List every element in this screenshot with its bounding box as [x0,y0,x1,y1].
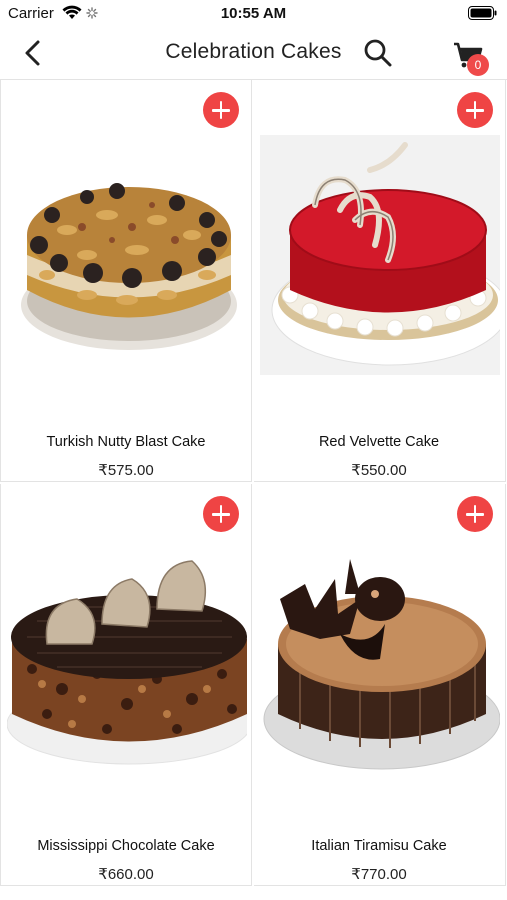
product-image [7,560,247,765]
product-card[interactable]: Mississippi Chocolate Cake ₹660.00 [0,484,252,886]
product-price: ₹550.00 [351,462,407,479]
add-to-cart-button[interactable] [203,92,239,128]
product-image [260,135,500,375]
product-price: ₹770.00 [351,866,407,883]
product-name: Mississippi Chocolate Cake [37,838,215,854]
status-bar: Carrier 10:55 AM [0,0,507,28]
product-name: Turkish Nutty Blast Cake [46,434,206,450]
product-card[interactable]: Turkish Nutty Blast Cake ₹575.00 [0,80,252,482]
product-card[interactable]: Italian Tiramisu Cake ₹770.00 [254,484,506,886]
add-to-cart-button[interactable] [203,496,239,532]
product-image [263,559,500,770]
product-image [21,183,237,350]
navigation-bar: Celebration Cakes 0 [0,28,507,78]
product-grid: Turkish Nutty Blast Cake ₹575.00 Red Vel… [0,80,507,900]
product-name: Italian Tiramisu Cake [311,838,447,854]
battery-icon [468,6,497,20]
add-to-cart-button[interactable] [457,496,493,532]
page-title: Celebration Cakes [165,40,342,63]
status-time: 10:55 AM [220,5,287,22]
search-icon[interactable] [362,37,394,69]
product-card[interactable]: Red Velvette Cake ₹550.00 [254,80,506,482]
product-price: ₹660.00 [98,866,154,883]
product-price: ₹575.00 [98,462,154,479]
product-name: Red Velvette Cake [318,434,440,450]
cart-count-badge: 0 [467,54,489,76]
add-to-cart-button[interactable] [457,92,493,128]
